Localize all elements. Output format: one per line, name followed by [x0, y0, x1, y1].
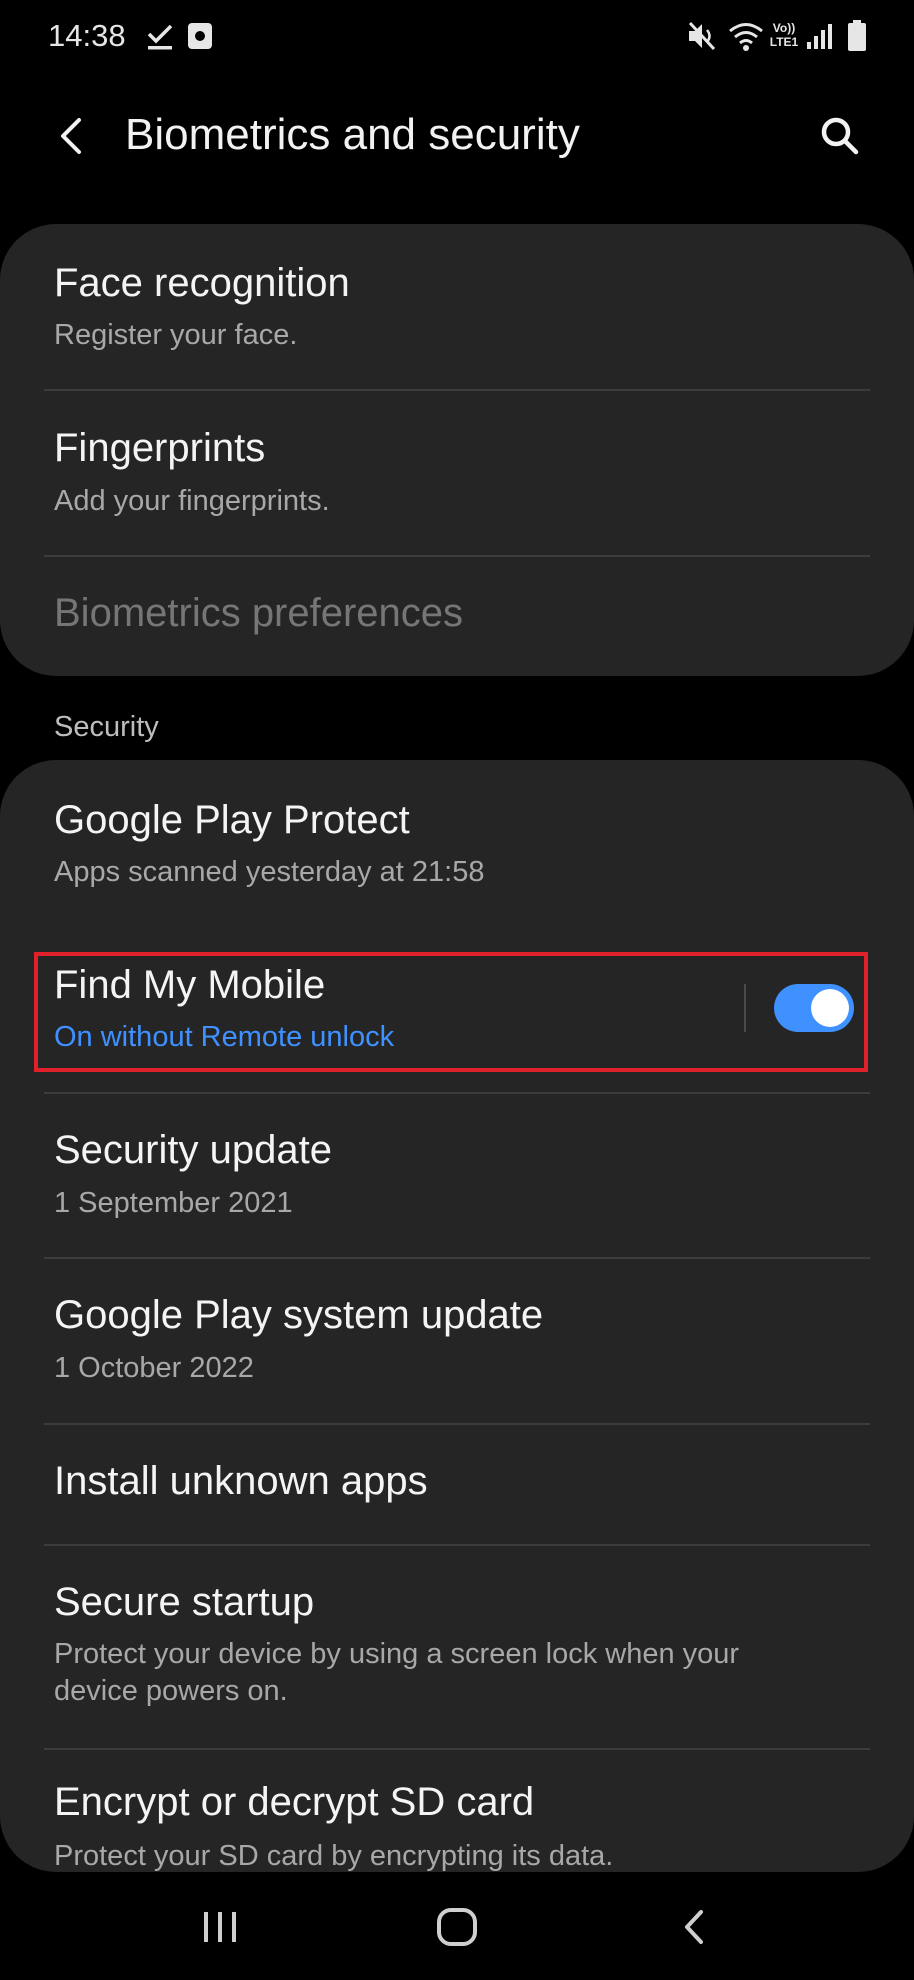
- item-subtitle: Apps scanned yesterday at 21:58: [54, 856, 485, 888]
- status-bar: 14:38 Vo)) LTE1: [0, 0, 914, 74]
- home-icon: [437, 1908, 477, 1946]
- app-bar: Biometrics and security: [0, 90, 914, 180]
- item-title: Fingerprints: [54, 426, 266, 470]
- back-arrow-icon: [61, 118, 81, 154]
- item-subtitle: Register your face.: [54, 319, 298, 351]
- item-subtitle-line-1: Protect your device by using a screen lo…: [54, 1638, 740, 1670]
- biometrics-card: Face recognition Register your face. Fin…: [0, 224, 914, 676]
- list-item-biometrics-preferences: Biometrics preferences: [0, 557, 914, 676]
- security-card: Google Play Protect Apps scanned yesterd…: [0, 760, 914, 1872]
- item-title: Secure startup: [54, 1580, 315, 1624]
- item-subtitle-line-2: device powers on.: [54, 1675, 288, 1707]
- list-item-fingerprints[interactable]: Fingerprints Add your fingerprints.: [0, 391, 914, 555]
- volte-label: Vo)): [772, 21, 796, 35]
- recents-button[interactable]: [190, 1898, 250, 1958]
- list-item-encrypt-sd-card[interactable]: Encrypt or decrypt SD card Protect your …: [0, 1750, 914, 1872]
- home-button[interactable]: [427, 1898, 487, 1958]
- back-icon: [685, 1910, 703, 1944]
- recents-icon: [204, 1912, 236, 1942]
- item-title: Google Play Protect: [54, 798, 410, 842]
- navigation-bar: [0, 1872, 914, 1980]
- signal-icon: [807, 24, 832, 49]
- lte-label: LTE1: [769, 35, 799, 49]
- list-item-face-recognition[interactable]: Face recognition Register your face.: [0, 224, 914, 390]
- item-title: Google Play system update: [54, 1293, 544, 1337]
- mute-icon: [688, 21, 716, 51]
- item-title: Encrypt or decrypt SD card: [54, 1780, 535, 1824]
- item-subtitle: Protect your SD card by encrypting its d…: [54, 1840, 614, 1872]
- list-item-security-update[interactable]: Security update 1 September 2021: [0, 1094, 914, 1258]
- search-button[interactable]: [812, 108, 868, 164]
- list-item-google-play-protect[interactable]: Google Play Protect Apps scanned yesterd…: [0, 760, 914, 926]
- item-subtitle: 1 September 2021: [54, 1187, 293, 1219]
- status-time: 14:38: [48, 18, 126, 53]
- search-icon: [821, 117, 859, 155]
- back-button[interactable]: [44, 108, 100, 164]
- battery-icon: [848, 20, 866, 51]
- list-item-secure-startup[interactable]: Secure startup Protect your device by us…: [0, 1546, 914, 1746]
- download-done-icon: [147, 24, 173, 50]
- wifi-icon: [729, 23, 763, 51]
- highlight-box: [34, 952, 868, 1072]
- item-title: Biometrics preferences: [54, 591, 464, 635]
- screenshot-icon: [188, 23, 212, 49]
- section-header-security: Security: [54, 711, 159, 743]
- item-title: Security update: [54, 1128, 332, 1172]
- item-title: Face recognition: [54, 261, 350, 305]
- page-title: Biometrics and security: [125, 110, 580, 159]
- list-item-google-play-system-update[interactable]: Google Play system update 1 October 2022: [0, 1259, 914, 1423]
- item-title: Install unknown apps: [54, 1459, 428, 1503]
- volte-icon: Vo)) LTE1: [767, 21, 801, 49]
- nav-back-button[interactable]: [665, 1898, 725, 1958]
- item-subtitle: Add your fingerprints.: [54, 485, 330, 517]
- item-subtitle: 1 October 2022: [54, 1352, 254, 1384]
- list-item-install-unknown-apps[interactable]: Install unknown apps: [0, 1425, 914, 1545]
